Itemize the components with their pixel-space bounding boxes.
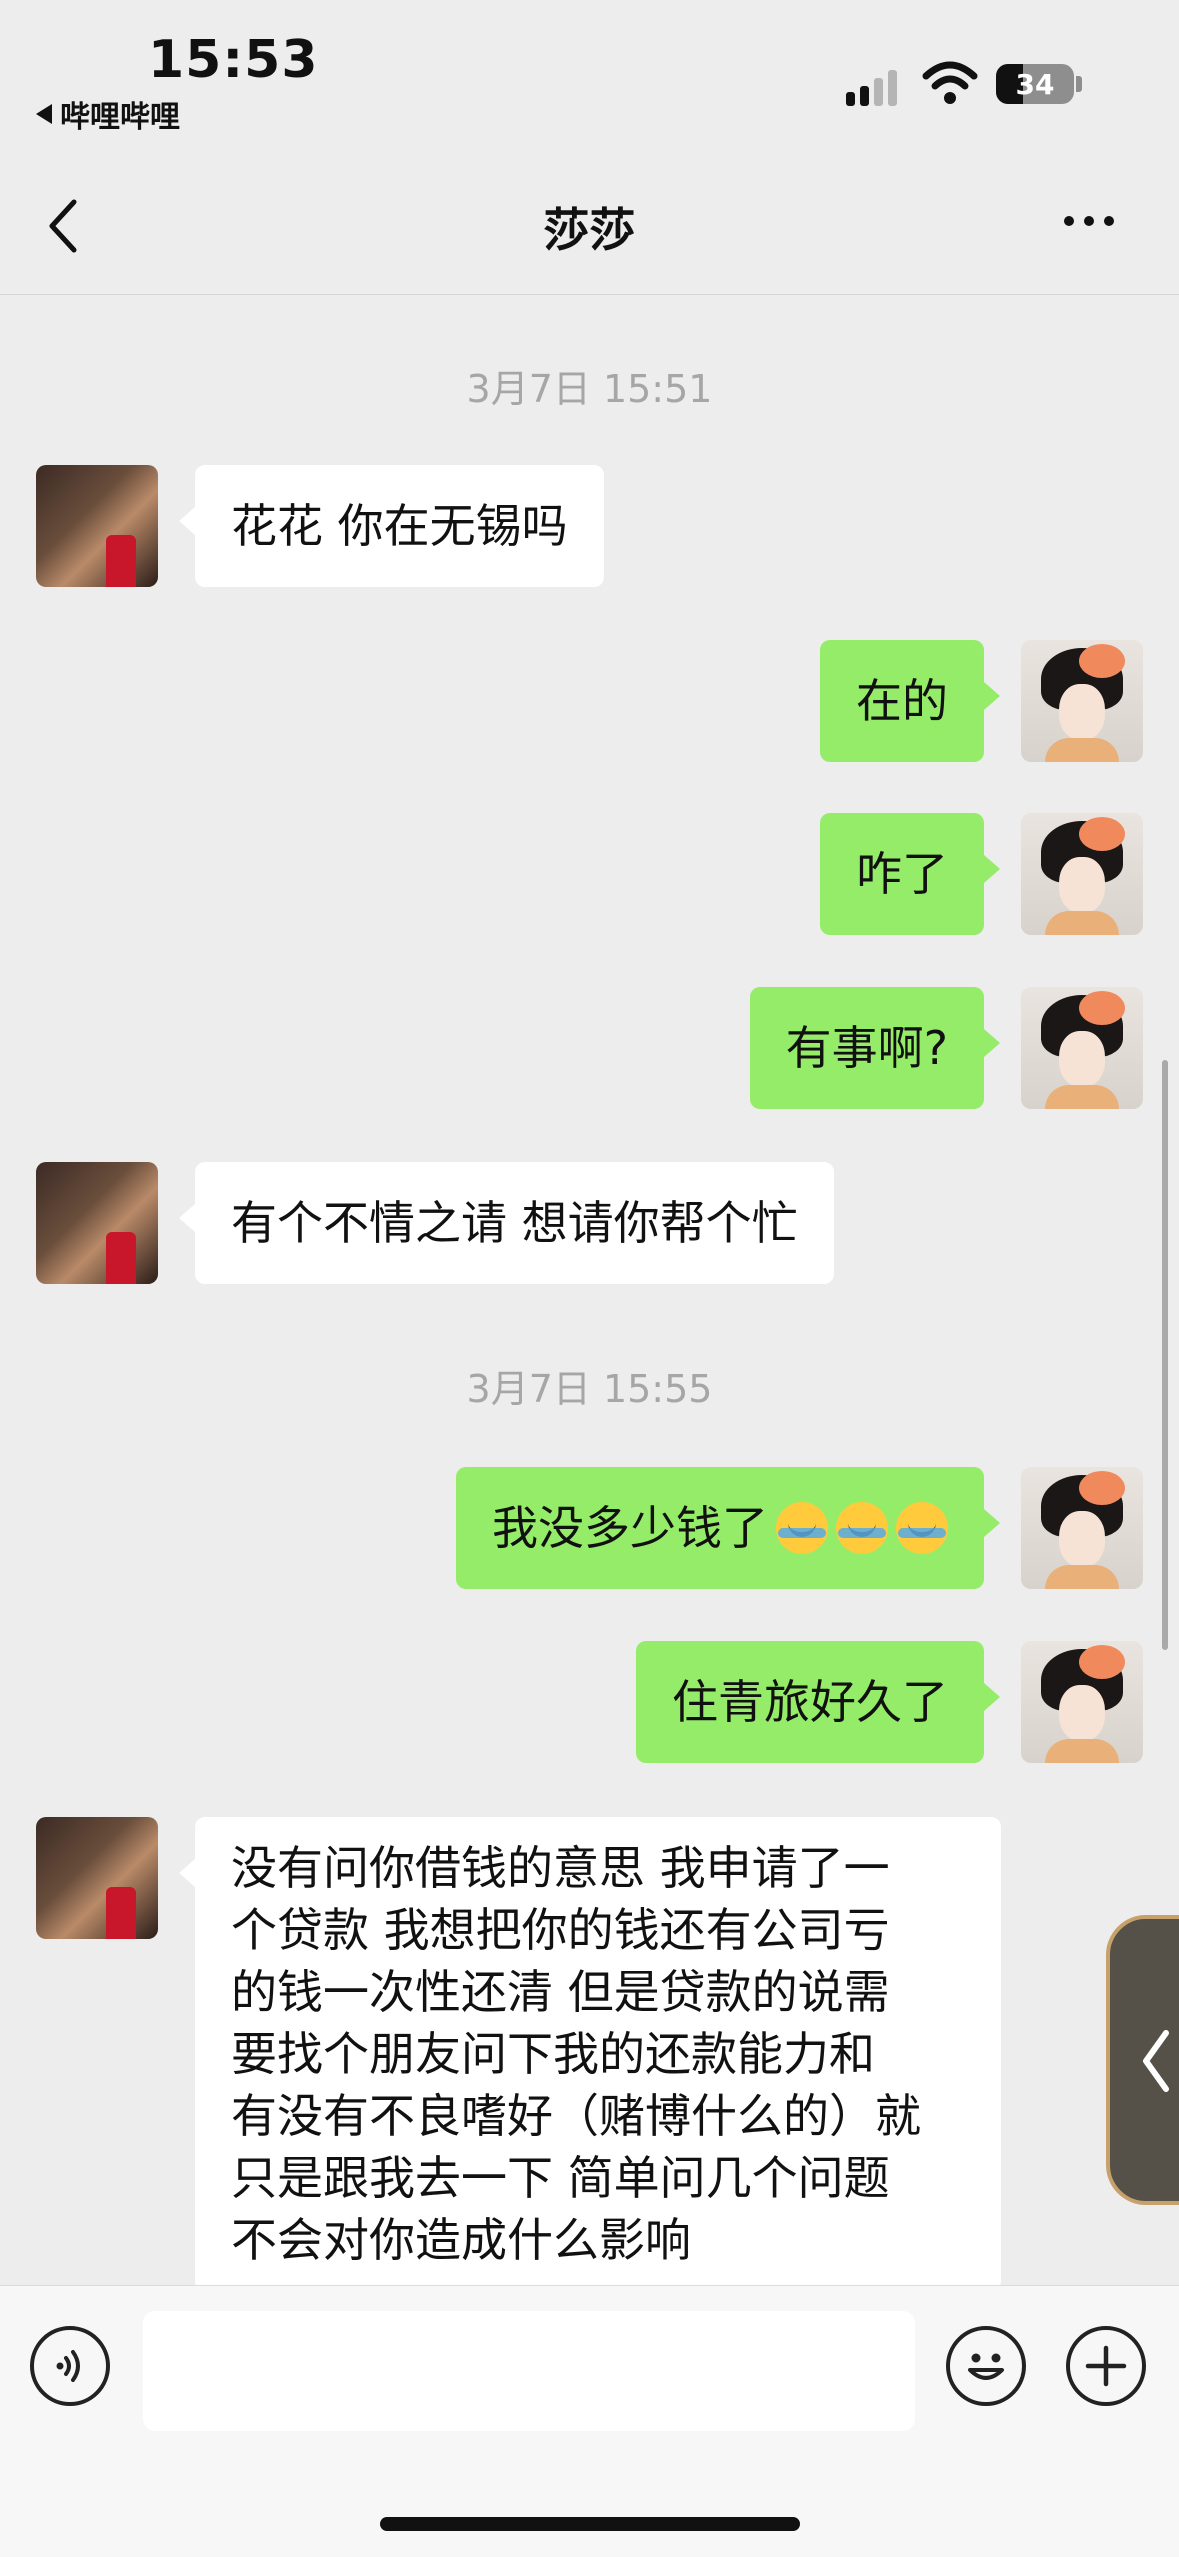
message-line: 只是跟我去一下 简单问几个问题 (231, 2151, 890, 2205)
crying-laughing-emoji-icon (896, 1502, 948, 1554)
crying-laughing-emoji-icon (836, 1502, 888, 1554)
scrollbar[interactable] (1162, 1060, 1168, 1650)
smiley-icon (968, 2353, 1004, 2380)
cellular-signal-icon (846, 70, 897, 106)
message-line: 的钱一次性还清 但是贷款的说需 (231, 1965, 890, 2019)
received-message[interactable]: 有个不情之请 想请你帮个忙 (179, 1162, 834, 1284)
battery-icon: 34 (996, 64, 1074, 104)
message-line: 没有问你借钱的意思 我申请了一 (231, 1841, 890, 1895)
more-functions-button[interactable] (1066, 2326, 1146, 2406)
battery-level: 34 (1015, 67, 1055, 101)
chat-header: 莎莎 (0, 150, 1179, 295)
home-indicator[interactable] (380, 2517, 800, 2531)
timestamp: 3月7日 15:51 (466, 367, 713, 411)
battery-tip (1076, 76, 1082, 92)
plus-icon (1085, 2345, 1127, 2387)
chat-title: 莎莎 (543, 203, 636, 257)
received-message[interactable]: 没有问你借钱的意思 我申请了一 个贷款 我想把你的钱还有公司亏 的钱一次性还清 … (179, 1817, 1001, 2285)
sent-message[interactable]: 在的 (820, 640, 1000, 762)
friend-avatar[interactable] (36, 465, 158, 587)
back-to-app-link[interactable]: 哔哩哔哩 (36, 92, 180, 136)
message-line: 个贷款 我想把你的钱还有公司亏 (231, 1903, 890, 1957)
my-avatar[interactable] (1021, 987, 1143, 1109)
wifi-icon (922, 61, 978, 104)
my-avatar[interactable] (1021, 813, 1143, 935)
chevron-left-icon (1143, 2030, 1169, 2092)
sent-message[interactable]: 我没多少钱了 (456, 1467, 1000, 1589)
emoji-button[interactable] (946, 2326, 1026, 2406)
message-line: 要找个朋友问下我的还款能力和 (231, 2027, 875, 2081)
message-line: 不会对你造成什么影响 (231, 2213, 691, 2267)
back-app-label: 哔哩哔哩 (60, 100, 180, 135)
friend-avatar[interactable] (36, 1162, 158, 1284)
more-options-icon[interactable] (1064, 216, 1114, 226)
status-time: 15:53 (148, 30, 319, 90)
sent-message[interactable]: 咋了 (820, 813, 1000, 935)
back-triangle-icon (36, 104, 52, 124)
message-input-bar (0, 2285, 1179, 2557)
status-bar: 15:53 哔哩哔哩 34 (0, 0, 1179, 150)
my-avatar[interactable] (1021, 1641, 1143, 1763)
timestamp: 3月7日 15:55 (466, 1367, 713, 1411)
crying-laughing-emoji-icon (776, 1502, 828, 1554)
friend-avatar[interactable] (36, 1817, 158, 1939)
sent-message[interactable]: 有事啊? (749, 987, 1001, 1109)
my-avatar[interactable] (1021, 1467, 1143, 1589)
voice-icon (56, 2350, 80, 2382)
received-message[interactable]: 花花 你在无锡吗 (179, 465, 604, 587)
sent-message[interactable]: 住青旅好久了 (636, 1641, 1000, 1763)
message-text: 我没多少钱了 (492, 1501, 768, 1555)
message-text-input[interactable] (143, 2311, 915, 2431)
floating-side-tab[interactable] (1106, 1915, 1179, 2205)
chat-messages[interactable]: 3月7日 15:51 花花 你在无锡吗 在的 咋了 有事啊? 有个不情之请 想请… (0, 295, 1179, 2285)
message-line: 有没有不良嗜好（赌博什么的）就 (231, 2089, 921, 2143)
voice-input-button[interactable] (30, 2326, 110, 2406)
my-avatar[interactable] (1021, 640, 1143, 762)
